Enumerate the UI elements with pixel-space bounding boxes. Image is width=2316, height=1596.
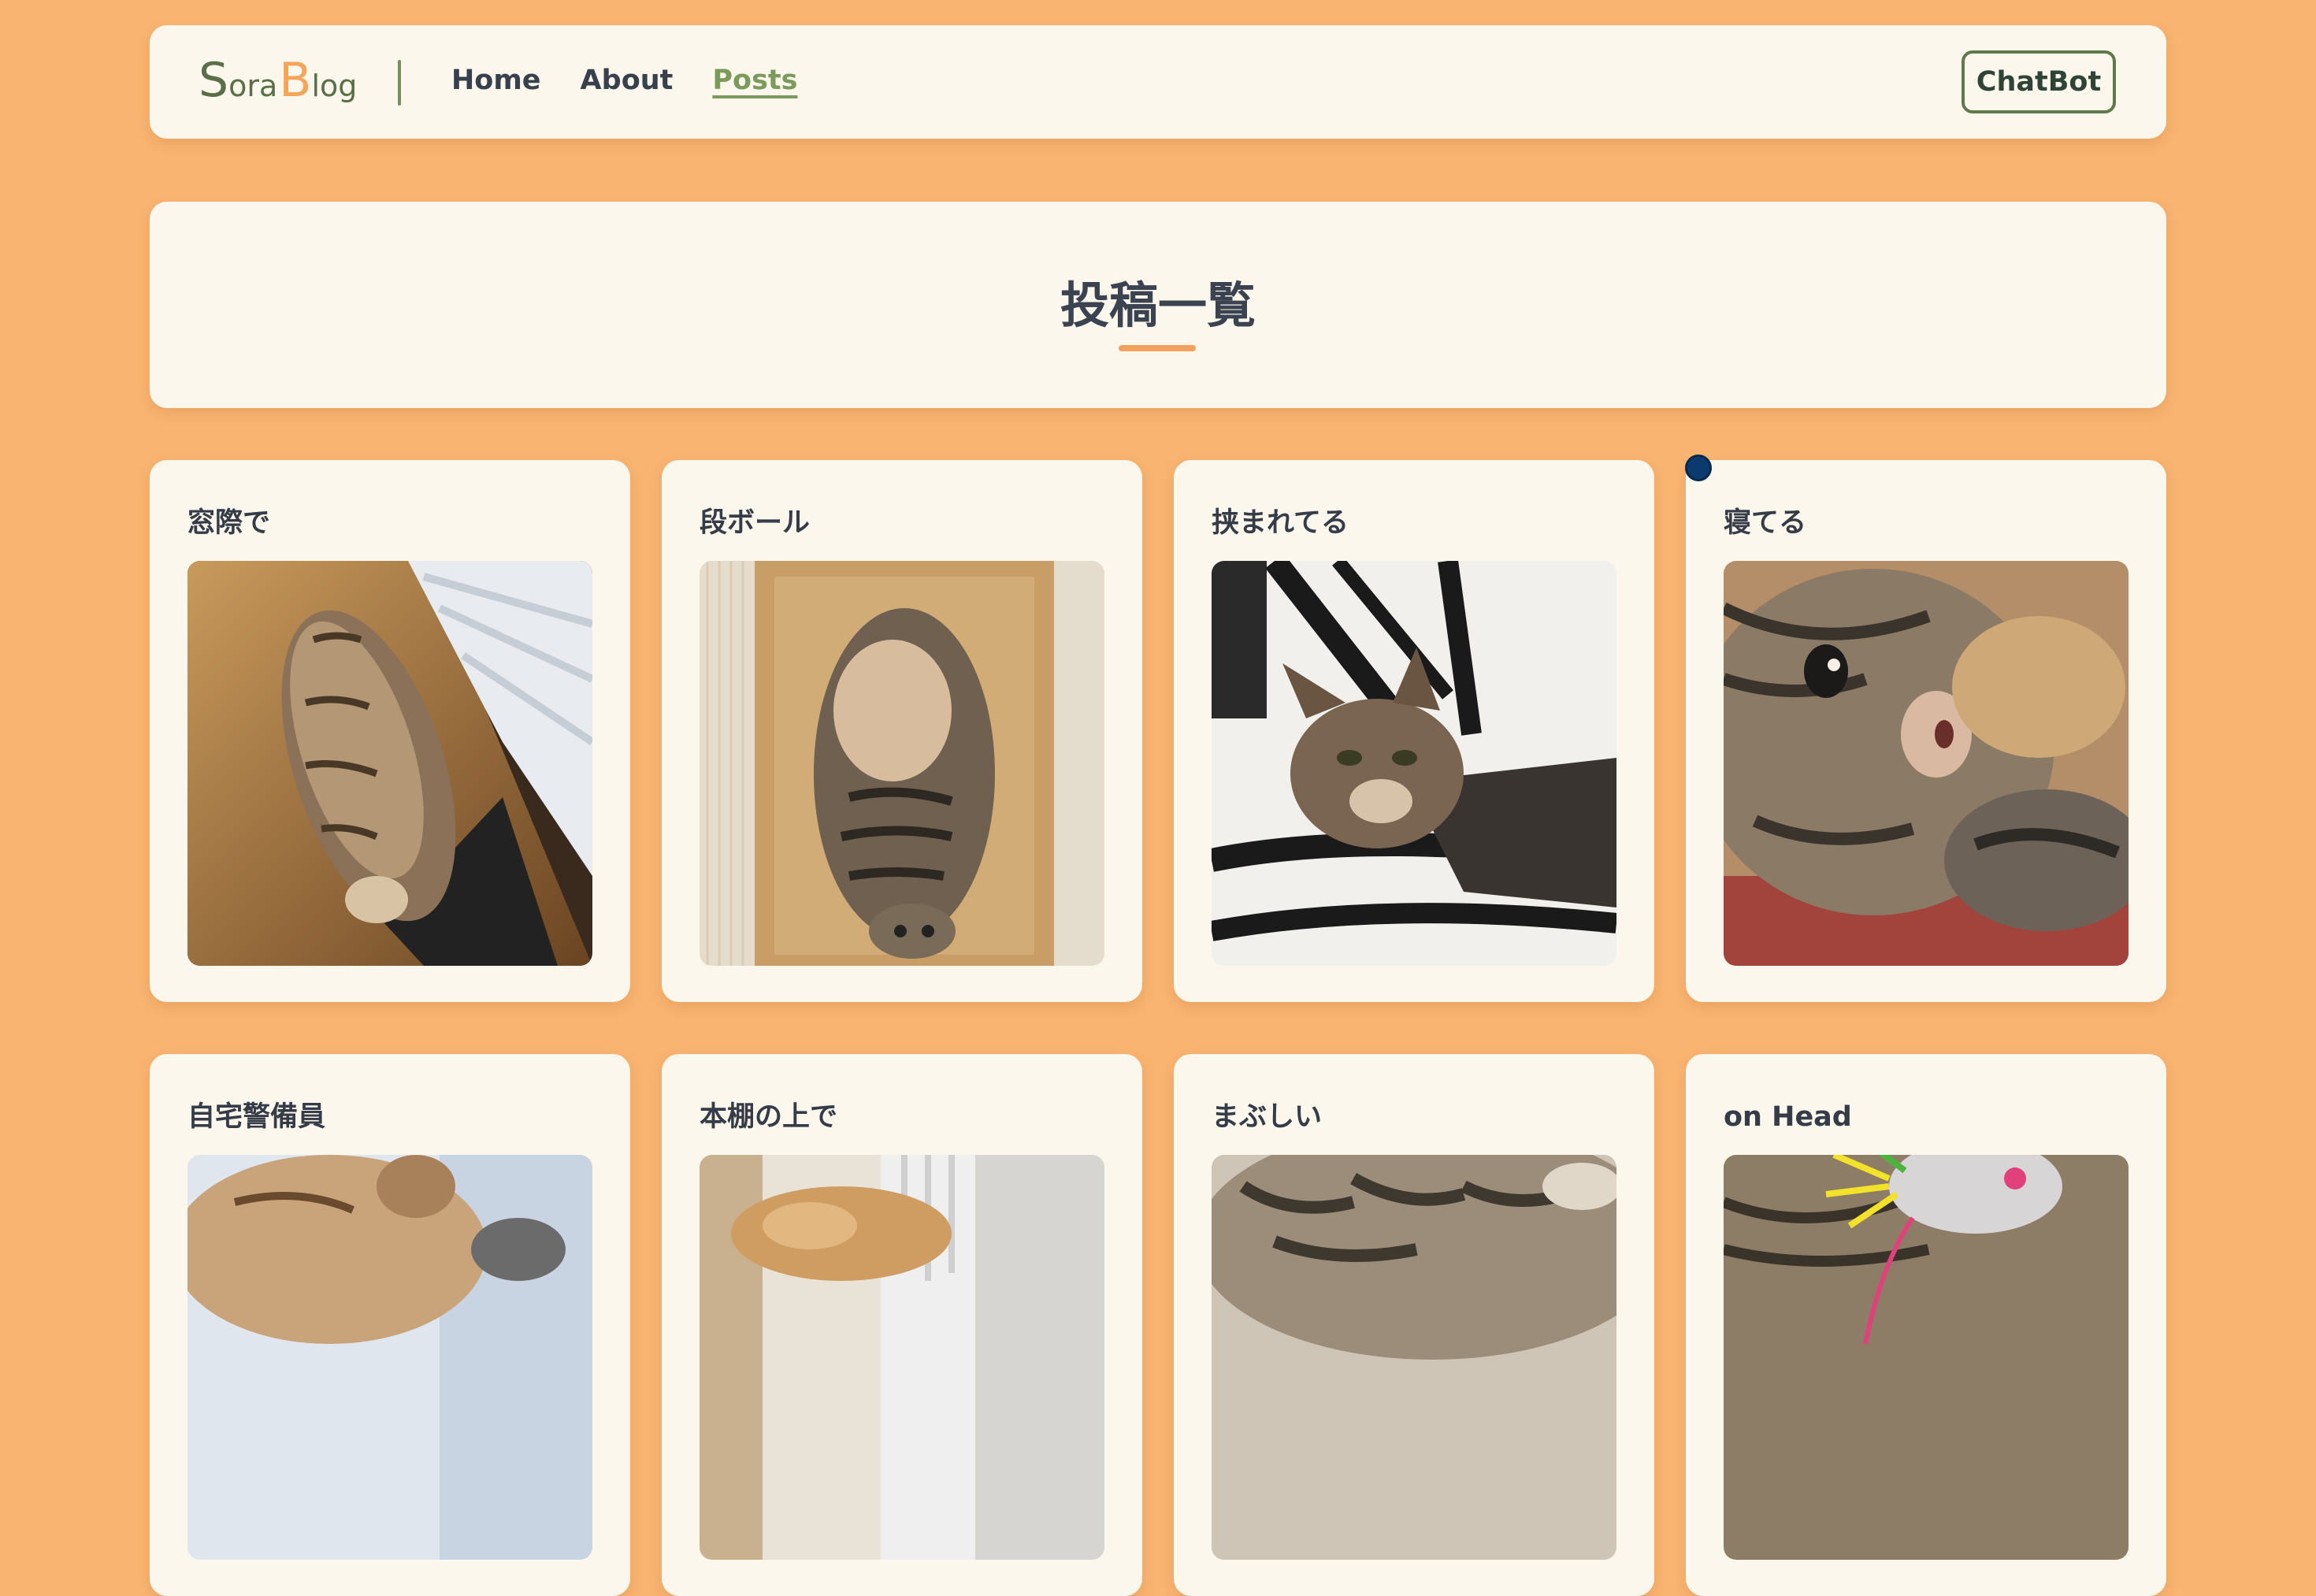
logo-letter-b: B bbox=[279, 53, 312, 108]
logo-letter-s: S bbox=[199, 53, 229, 108]
cat-under-striped-blanket-photo[interactable] bbox=[1212, 561, 1616, 966]
nav-link-about[interactable]: About bbox=[581, 61, 674, 99]
post-card[interactable]: 段ボール bbox=[662, 460, 1142, 1002]
post-card[interactable]: 窓際で bbox=[150, 460, 630, 1002]
nav-link-posts[interactable]: Posts bbox=[712, 61, 797, 99]
cat-sleeping-closeup-photo[interactable] bbox=[1724, 561, 2129, 966]
page-title: 投稿一覧 bbox=[1060, 277, 1256, 334]
top-navbar: S ora B log Home About Posts ChatBot bbox=[150, 25, 2166, 139]
cat-with-toy-on-head-photo[interactable] bbox=[1724, 1155, 2129, 1560]
post-title: まぶしい bbox=[1212, 1101, 1323, 1133]
post-title: on Head bbox=[1724, 1101, 1852, 1133]
nav-links: Home About Posts bbox=[451, 61, 837, 99]
cursor-indicator bbox=[1685, 455, 1712, 481]
logo-ora: ora bbox=[228, 69, 278, 103]
post-card[interactable]: まぶしい bbox=[1174, 1054, 1654, 1596]
title-underline bbox=[1119, 345, 1196, 351]
cat-in-cardboard-box-photo[interactable] bbox=[700, 561, 1104, 966]
nav-divider bbox=[398, 60, 401, 106]
post-card[interactable]: 自宅警備員 bbox=[150, 1054, 630, 1596]
cat-by-window-photo[interactable] bbox=[187, 561, 592, 966]
post-title: 挟まれてる bbox=[1212, 507, 1349, 539]
chatbot-button[interactable]: ChatBot bbox=[1962, 50, 2116, 113]
cat-guard-photo[interactable] bbox=[187, 1155, 592, 1560]
post-title: 本棚の上で bbox=[700, 1101, 838, 1133]
logo-log: log bbox=[311, 69, 358, 103]
post-title: 自宅警備員 bbox=[187, 1101, 326, 1133]
post-title: 寝てる bbox=[1724, 507, 1807, 539]
post-title: 窓際で bbox=[187, 507, 271, 539]
post-card[interactable]: on Head bbox=[1686, 1054, 2166, 1596]
nav-link-home[interactable]: Home bbox=[451, 61, 541, 99]
post-card[interactable]: 本棚の上で bbox=[662, 1054, 1142, 1596]
cat-on-bookshelf-photo[interactable] bbox=[700, 1155, 1104, 1560]
post-card[interactable]: 寝てる bbox=[1686, 460, 2166, 1002]
post-title: 段ボール bbox=[700, 507, 811, 539]
post-card[interactable]: 挟まれてる bbox=[1174, 460, 1654, 1002]
cat-dazzled-photo[interactable] bbox=[1212, 1155, 1616, 1560]
sorablog-logo[interactable]: S ora B log bbox=[199, 57, 358, 104]
